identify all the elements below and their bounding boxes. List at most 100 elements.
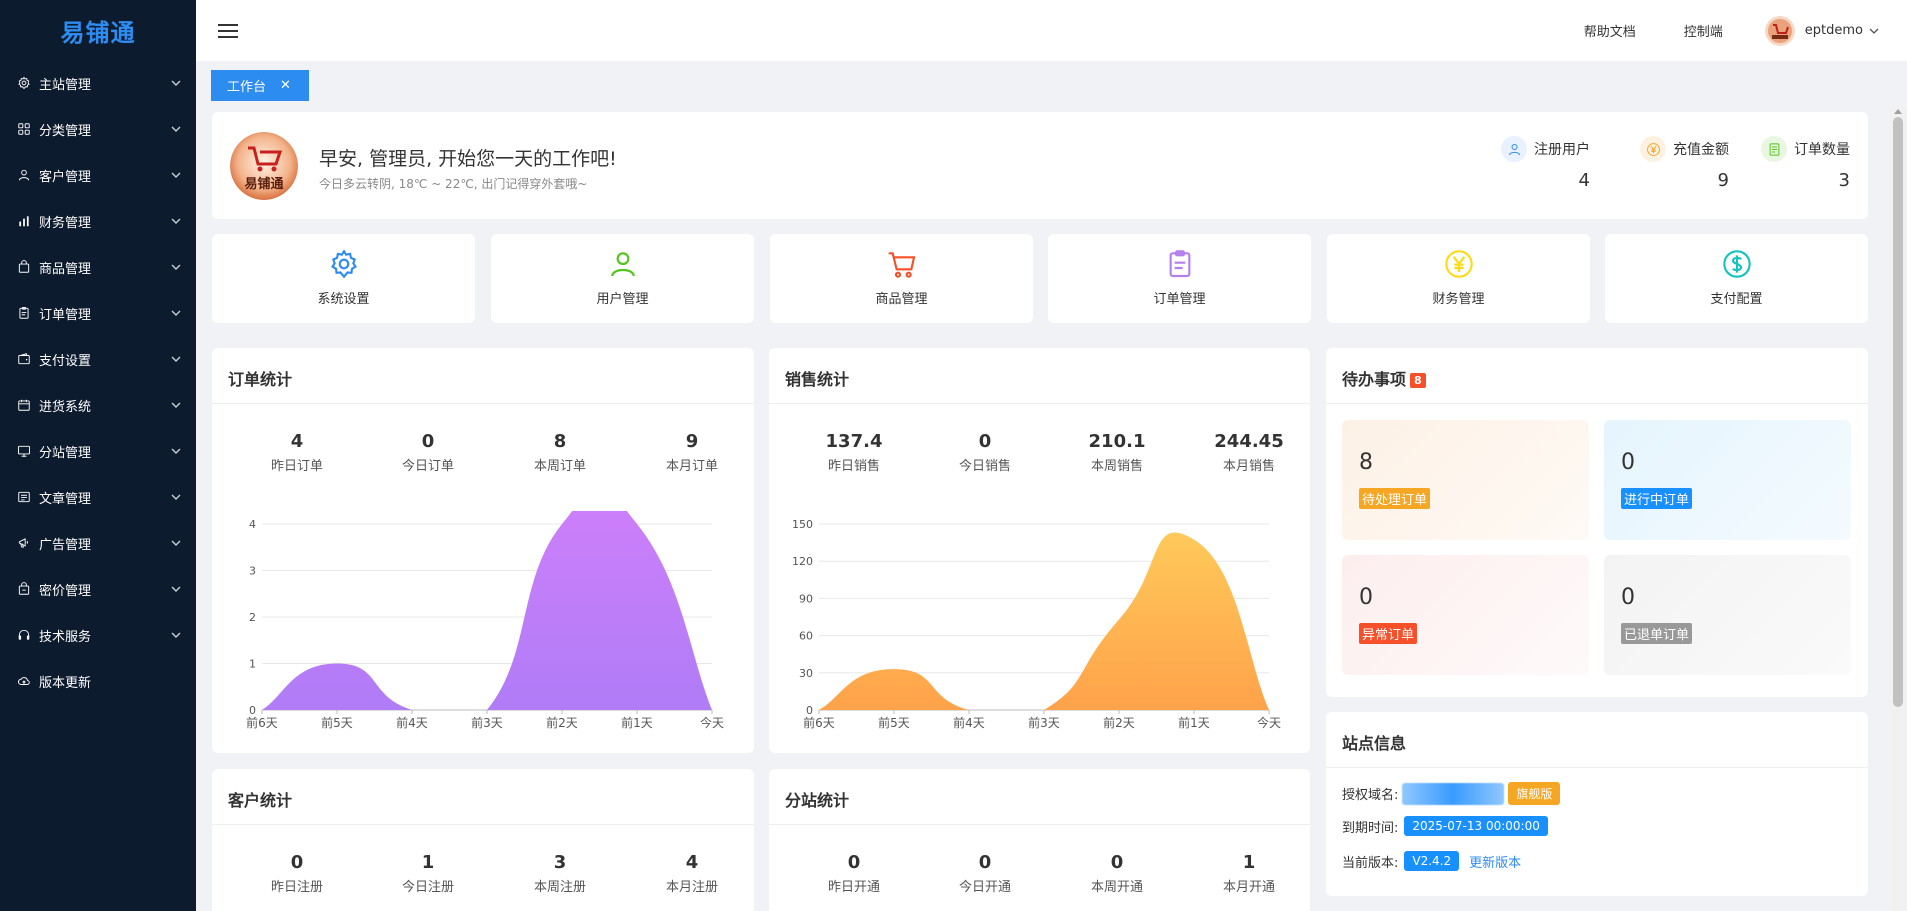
order-stats-card: 订单统计 4 昨日订单 0 今日订单 8 本周订单 9 本月订单 0 1 2 3 4 前6天 前5天 前4天… — [212, 348, 754, 753]
sidebar-item-label: 分站管理 — [39, 445, 92, 461]
chevron-down-icon — [171, 448, 181, 454]
version-label: 当前版本: — [1342, 855, 1399, 871]
sales-stats-card: 销售统计 137.4 昨日销售 0 今日销售 210.1 本周销售 244.45 本月销售 0… — [769, 348, 1310, 753]
sidebar-item-13[interactable]: 技术服务 — [0, 612, 196, 658]
kpi-value: 0 — [978, 852, 992, 873]
sidebar-item-12[interactable]: 密价管理 — [0, 566, 196, 612]
site-info-title: 站点信息 — [1342, 734, 1407, 753]
todo-item[interactable]: 0 已退单订单 — [1604, 555, 1851, 675]
todo-label: 待处理订单 — [1359, 488, 1431, 509]
scrollbar-thumb[interactable] — [1893, 117, 1903, 707]
tab-workbench[interactable]: 工作台 ✕ — [211, 70, 309, 101]
sidebar: 易铺通 主站管理分类管理客户管理财务管理商品管理 订单管理 支付设置 进货系统分站管理… — [0, 0, 196, 911]
sidebar-item-5[interactable]: 商品管理 — [0, 244, 196, 290]
kpi-value: 210.1 — [1088, 431, 1146, 452]
kpi: 1 今日注册 — [363, 852, 493, 895]
quick-link-label: 用户管理 — [596, 292, 649, 307]
chevron-down-icon — [171, 218, 181, 224]
todo-item[interactable]: 0 异常订单 — [1342, 555, 1589, 675]
console-link[interactable]: 控制端 — [1684, 21, 1723, 40]
kpi: 1 本月开通 — [1184, 852, 1314, 895]
kpi-value: 0 — [421, 431, 435, 452]
quick-link[interactable]: 订单管理 — [1048, 234, 1311, 323]
quick-link-label: 订单管理 — [1153, 292, 1206, 307]
kpi: 3 本周注册 — [495, 852, 625, 895]
sidebar-item-4[interactable]: 财务管理 — [0, 198, 196, 244]
wallet-icon — [16, 351, 32, 367]
quick-link[interactable]: 系统设置 — [212, 234, 475, 323]
quick-link[interactable]: 用户管理 — [491, 234, 754, 323]
welcome-stat: 注册用户 4 — [1501, 136, 1590, 191]
x-tick-label: 前2天 — [1103, 715, 1135, 730]
y-tick-label: 60 — [799, 630, 813, 643]
app-logo[interactable]: 易铺通 — [0, 0, 196, 60]
greeting-text: 早安, 管理员, 开始您一天的工作吧! — [319, 148, 617, 170]
kpi: 0 昨日开通 — [789, 852, 919, 895]
hamburger-menu-icon[interactable] — [216, 19, 240, 43]
quick-link[interactable]: 财务管理 — [1327, 234, 1590, 323]
sales-trend-chart: 0306090120150前6天 前5天 前4天 前3天 前2天 前1天 今天 — [792, 518, 1281, 730]
scroll-up-icon[interactable] — [1894, 109, 1902, 114]
user-menu[interactable]: eptdemo — [1764, 15, 1879, 46]
page-scrollbar[interactable] — [1889, 107, 1907, 911]
sidebar-item-10[interactable]: 文章管理 — [0, 474, 196, 520]
update-version-link[interactable]: 更新版本 — [1469, 852, 1521, 871]
sidebar-item-11[interactable]: 广告管理 — [0, 520, 196, 566]
todo-value: 0 — [1359, 585, 1373, 610]
cloud-upload-icon — [16, 673, 32, 689]
sidebar-item-14[interactable]: 版本更新 — [0, 658, 196, 704]
list-icon — [1761, 136, 1787, 162]
quick-link[interactable]: 商品管理 — [770, 234, 1033, 323]
customer-stats-card: 客户统计 0 昨日注册 1 今日注册 3 本周注册 4 本月注册 — [212, 769, 754, 911]
quick-link[interactable]: 支付配置 — [1605, 234, 1868, 323]
kpi: 0 本周开通 — [1052, 852, 1182, 895]
sidebar-item-label: 分类管理 — [39, 123, 92, 139]
todo-value: 0 — [1621, 585, 1635, 610]
chevron-down-icon — [171, 540, 181, 546]
series-area — [262, 511, 712, 710]
version-row: 当前版本: V2.4.2 更新版本 — [1342, 851, 1521, 871]
divider — [1326, 767, 1868, 768]
chevron-down-icon — [171, 264, 181, 270]
svg-text:易铺通: 易铺通 — [244, 176, 283, 192]
help-docs-link[interactable]: 帮助文档 — [1584, 21, 1636, 40]
todo-label: 异常订单 — [1359, 623, 1418, 644]
sidebar-item-label: 密价管理 — [39, 583, 92, 599]
kpi-value: 3 — [553, 852, 567, 873]
kpi: 210.1 本周销售 — [1052, 431, 1182, 474]
welcome-stat-head: 订单数量 — [1761, 136, 1850, 162]
kpi-value: 9 — [685, 431, 699, 452]
kpi: 0 昨日注册 — [232, 852, 362, 895]
kpi-label: 本周注册 — [533, 880, 586, 895]
user-icon — [607, 248, 639, 280]
username: eptdemo — [1804, 23, 1863, 38]
sidebar-item-2[interactable]: 分类管理 — [0, 106, 196, 152]
sidebar-item-7[interactable]: 支付设置 — [0, 336, 196, 382]
branch-stats-card: 分站统计 0 昨日开通 0 今日开通 0 本周开通 1 本月开通 — [769, 769, 1310, 911]
kpi-label: 昨日销售 — [827, 459, 880, 474]
tab-bar: 工作台 ✕ — [196, 61, 1907, 107]
close-icon[interactable]: ✕ — [280, 78, 291, 93]
sidebar-item-8[interactable]: 进货系统 — [0, 382, 196, 428]
y-tick-label: 1 — [249, 658, 256, 671]
quick-link-label: 财务管理 — [1432, 292, 1485, 307]
chevron-down-icon — [1869, 28, 1879, 34]
sidebar-item-3[interactable]: 客户管理 — [0, 152, 196, 198]
sidebar-item-9[interactable]: 分站管理 — [0, 428, 196, 474]
series-area — [819, 532, 1269, 710]
todo-title-text: 待办事项 — [1342, 370, 1407, 389]
sidebar-item-6[interactable]: 订单管理 — [0, 290, 196, 336]
y-tick-label: 30 — [799, 667, 813, 680]
kpi-label: 今日注册 — [401, 880, 454, 895]
welcome-card: 易铺通 早安, 管理员, 开始您一天的工作吧! 今日多云转阴, 18℃ ~ 22… — [212, 112, 1868, 219]
sidebar-item-label: 文章管理 — [39, 491, 92, 507]
grid-icon — [16, 121, 32, 137]
sidebar-item-label: 财务管理 — [39, 215, 92, 231]
kpi: 137.4 昨日销售 — [789, 431, 919, 474]
todo-item[interactable]: 8 待处理订单 — [1342, 420, 1589, 540]
x-tick-label: 前3天 — [471, 715, 503, 730]
sidebar-item-1[interactable]: 主站管理 — [0, 60, 196, 106]
welcome-stat-label: 订单数量 — [1794, 142, 1850, 158]
y-tick-label: 4 — [249, 518, 256, 531]
todo-item[interactable]: 0 进行中订单 — [1604, 420, 1851, 540]
